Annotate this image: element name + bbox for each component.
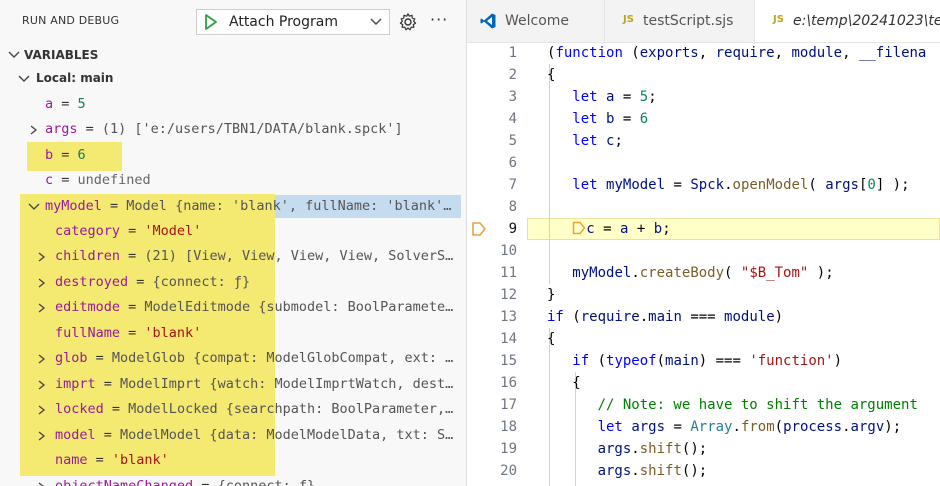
chevron-right-icon [38, 303, 46, 313]
child-row-destroyed[interactable]: destroyed = {connect: ƒ} [0, 270, 466, 295]
editor-area: Welcome JS testScript.sjs JS e:\temp\202… [467, 0, 940, 486]
chevron-right-icon [38, 278, 46, 288]
chevron-right-icon [38, 431, 46, 441]
line-number: 14 [500, 331, 517, 347]
code-line: // Note: we have to shift the argument [597, 397, 918, 413]
line-number: 15 [500, 353, 517, 369]
line-number: 3 [508, 89, 517, 105]
child-row-model[interactable]: model = ModelModel {data: ModelModelData… [0, 423, 466, 448]
code-line: args.shift(); [597, 441, 708, 457]
variable-row-mymodel[interactable]: myModel = Model {name: 'blank', fullName… [0, 194, 466, 219]
line-number: 2 [508, 67, 517, 83]
variable-row-b[interactable]: b = 6 [0, 143, 466, 168]
code-line: myModel.createBody( "$B_Tom" ); [572, 265, 834, 281]
code-line: { [572, 375, 581, 391]
code-line: args.shift(); [597, 463, 708, 479]
variables-section-header[interactable]: VARIABLES [0, 44, 466, 66]
chevron-right-icon [38, 482, 44, 486]
start-debugging-icon [205, 14, 217, 30]
inline-breakpoint-icon [573, 221, 586, 235]
tab-bar: Welcome JS testScript.sjs JS e:\temp\202… [467, 0, 940, 43]
line-number: 17 [500, 397, 517, 413]
child-row-name[interactable]: name = 'blank' [0, 448, 466, 473]
line-number: 10 [500, 243, 517, 259]
line-number: 18 [500, 419, 517, 435]
line-number: 1 [508, 45, 517, 61]
tab-label: Welcome [505, 13, 570, 29]
line-number: 7 [508, 177, 517, 193]
line-number: 20 [500, 463, 517, 479]
variable-row-args[interactable]: args = (1) ['e:/users/TBN1/DATA/blank.sp… [0, 117, 466, 142]
chevron-down-icon [18, 75, 30, 82]
tab-label: e:\temp\20241023\tes [793, 13, 940, 29]
code-line: let args = Array.from(process.argv); [597, 419, 902, 435]
code-line: { [547, 331, 556, 347]
code-line: { [547, 67, 556, 83]
tab-active-file[interactable]: JS e:\temp\20241023\tes [755, 0, 940, 42]
chevron-down-icon [370, 18, 382, 25]
scope-label: Local: main [36, 71, 114, 85]
js-file-icon: JS [773, 14, 784, 25]
child-row-imprt[interactable]: imprt = ModelImprt {watch: ModelImprtWat… [0, 372, 466, 397]
child-row-category[interactable]: category = 'Model' [0, 219, 466, 244]
launch-config-select[interactable]: Attach Program [223, 10, 389, 34]
line-number: 16 [500, 375, 517, 391]
chevron-down-icon [28, 203, 40, 210]
chevron-right-icon [38, 380, 46, 390]
code-line: if (typeof(main) === 'function') [572, 353, 843, 369]
line-number: 12 [500, 287, 517, 303]
breakpoint-arrow-icon[interactable] [471, 221, 487, 237]
code-line: if (require.main === module) [547, 309, 784, 325]
line-number: 5 [508, 133, 517, 149]
child-row-locked[interactable]: locked = ModelLocked {searchpath: BoolPa… [0, 397, 466, 422]
more-icon[interactable]: ··· [430, 10, 448, 29]
child-row-children[interactable]: children = (21) [View, View, View, View,… [0, 244, 466, 269]
chevron-right-icon [30, 125, 38, 135]
tab-testscript[interactable]: JS testScript.sjs [605, 0, 755, 42]
code-line: let a = 5; [572, 89, 657, 105]
panel-title: RUN AND DEBUG [22, 14, 120, 27]
chevron-right-icon [38, 354, 46, 364]
line-number: 8 [508, 199, 517, 215]
vscode-icon [480, 13, 496, 29]
line-number: 13 [500, 309, 517, 325]
launch-config-label: Attach Program [229, 14, 338, 30]
child-row-editmode[interactable]: editmode = ModelEditmode {submodel: Bool… [0, 295, 466, 320]
code-line: let c; [572, 133, 623, 149]
line-number: 6 [508, 155, 517, 171]
line-number-gutter: 1 2 3 4 5 6 7 8 9 10 11 12 13 14 15 16 1… [467, 42, 527, 486]
child-row-fullname[interactable]: fullName = 'blank' [0, 321, 466, 346]
child-row-glob[interactable]: glob = ModelGlob {compat: ModelGlobCompa… [0, 346, 466, 371]
code-editor[interactable]: (function (exports, require, module, __f… [527, 42, 940, 486]
code-line: (function (exports, require, module, __f… [547, 45, 927, 61]
variable-row-a[interactable]: a = 5 [0, 92, 466, 117]
code-line: } [547, 287, 556, 303]
scope-local-main[interactable]: Local: main [0, 68, 466, 90]
js-file-icon: JS [623, 14, 634, 25]
variables-title: VARIABLES [24, 48, 99, 62]
tab-label: testScript.sjs [643, 13, 734, 29]
chevron-right-icon [38, 405, 46, 415]
launch-config-box: Attach Program [196, 9, 390, 35]
line-number: 4 [508, 111, 517, 127]
debug-side-panel: RUN AND DEBUG Attach Program ··· VARIABL [0, 0, 466, 486]
code-line: let b = 6 [572, 111, 649, 127]
child-row-objectnamechanged[interactable]: objectNameChanged = {connect: ƒ} [0, 474, 466, 486]
chevron-right-icon [38, 252, 46, 262]
gear-icon[interactable] [398, 12, 418, 32]
line-number: 19 [500, 441, 517, 457]
tab-welcome[interactable]: Welcome [467, 0, 605, 42]
line-number: 11 [500, 265, 517, 281]
code-line-current: c = a + b; [547, 218, 671, 240]
code-line: let myModel = Spck.openModel( args[0] ); [572, 177, 910, 193]
debug-header: RUN AND DEBUG Attach Program ··· [0, 0, 466, 44]
variable-row-c[interactable]: c = undefined [0, 168, 466, 193]
chevron-down-icon [8, 51, 20, 58]
start-debugging-button[interactable] [201, 13, 219, 31]
